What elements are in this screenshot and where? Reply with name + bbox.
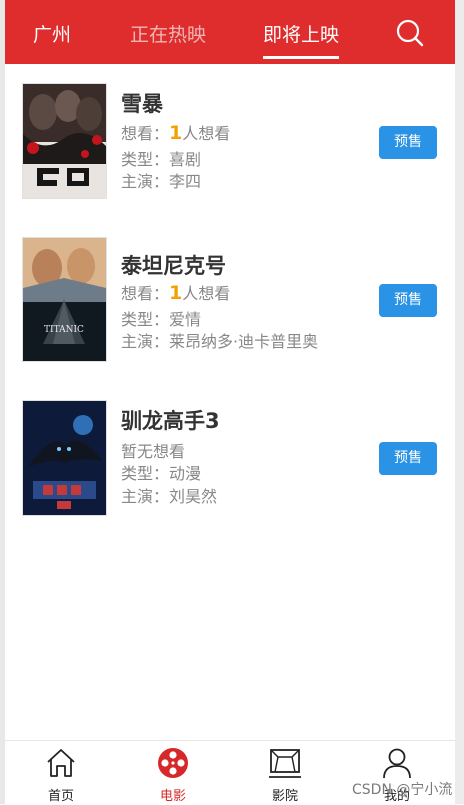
movie-poster[interactable]: TITANIC <box>23 238 106 361</box>
user-icon <box>383 748 411 779</box>
movie-poster[interactable] <box>23 401 106 515</box>
want-label: 想看： <box>121 284 170 303</box>
want-count: 1 <box>169 282 183 304</box>
tab-coming-soon[interactable]: 即将上映 <box>263 20 339 47</box>
movie-cast: 主演：莱昂纳多·迪卡普里奥 <box>121 332 319 351</box>
presale-button[interactable]: 预售 <box>379 442 437 475</box>
movie-cast: 主演：李四 <box>121 172 202 191</box>
search-icon[interactable] <box>395 18 425 48</box>
want-label: 想看： <box>121 124 170 143</box>
watermark-text: CSDN @宁小流 <box>352 782 453 798</box>
presale-button[interactable]: 预售 <box>379 284 437 317</box>
tabbar-item-movies[interactable]: 电影 <box>117 741 229 805</box>
tabbar-item-cinemas[interactable]: 影院 <box>229 741 341 805</box>
movie-title[interactable]: 驯龙高手3 <box>121 405 220 435</box>
want-suffix: 人想看 <box>182 124 231 143</box>
want-suffix: 人想看 <box>182 284 231 303</box>
page-right-border <box>455 0 464 804</box>
home-icon <box>47 749 75 777</box>
film-reel-icon <box>158 748 188 778</box>
tab-now-showing[interactable]: 正在热映 <box>130 20 206 47</box>
cinema-screen-icon <box>269 749 301 778</box>
movie-title[interactable]: 泰坦尼克号 <box>121 250 226 280</box>
city-selector[interactable]: 广州 <box>33 20 71 47</box>
tabbar-label: 首页 <box>47 789 74 804</box>
tabbar-label: 电影 <box>159 789 186 804</box>
tabbar-label: 影院 <box>271 789 298 804</box>
tabbar-item-home[interactable]: 首页 <box>5 741 117 805</box>
want-to-see: 暂无想看 <box>121 442 186 461</box>
movie-genre: 类型：爱情 <box>121 310 202 329</box>
poster-title-text: TITANIC <box>44 325 84 335</box>
movie-item[interactable]: 驯龙高手3 暂无想看 类型：动漫 主演：刘昊然 预售 <box>5 401 455 541</box>
movie-cast: 主演：刘昊然 <box>121 487 218 506</box>
movie-genre: 类型：喜剧 <box>121 150 202 169</box>
want-count: 1 <box>169 122 183 144</box>
presale-button[interactable]: 预售 <box>379 126 437 159</box>
want-to-see: 想看：1人想看 <box>121 120 230 144</box>
want-to-see: 想看：1人想看 <box>121 280 230 304</box>
movie-poster[interactable] <box>23 84 106 198</box>
movie-item[interactable]: 雪暴 想看：1人想看 类型：喜剧 主演：李四 预售 <box>5 84 455 224</box>
movie-genre: 类型：动漫 <box>121 464 202 483</box>
active-tab-indicator <box>263 56 339 59</box>
top-nav-bar: 广州 正在热映 即将上映 <box>5 0 455 64</box>
movie-title[interactable]: 雪暴 <box>121 88 163 118</box>
movie-item[interactable]: TITANIC 泰坦尼克号 想看：1人想看 类型：爱情 主演：莱昂纳多·迪卡普里… <box>5 238 455 378</box>
